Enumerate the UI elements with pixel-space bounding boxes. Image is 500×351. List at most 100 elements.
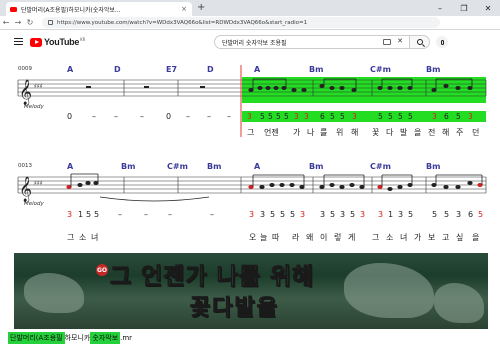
chord: Bm <box>309 65 323 74</box>
note-number: 3 <box>67 210 72 219</box>
search-input[interactable]: 단발머리 숫자악보 조용필 ✕ <box>214 35 410 49</box>
lyric-syllable: 라 <box>292 233 300 242</box>
note-number: 5 <box>260 112 265 121</box>
address-bar: ← → ↻ https://www.youtube.com/watch?v=WD… <box>0 16 500 30</box>
note-number: – <box>118 210 122 219</box>
lyric-syllable: 던 <box>472 127 479 137</box>
note-number: 5 <box>330 210 335 219</box>
note-number: – <box>114 112 118 121</box>
note-number: 3 <box>340 210 345 219</box>
search-button[interactable] <box>410 35 430 49</box>
note-number: 5 <box>408 210 413 219</box>
note-number: 6 <box>444 112 449 121</box>
note-number: 3 <box>294 112 299 121</box>
chord: D <box>114 65 121 74</box>
note-number: 5 <box>456 112 461 121</box>
maximize-button[interactable]: ❐ <box>452 0 476 16</box>
sheet-music: 0009 A D E7 D A Bm C#m Bm 𝄞 ♯♯♯ Melody 0… <box>14 57 488 253</box>
window-controls: – ❐ ✕ <box>428 0 500 16</box>
note-number: 5 <box>432 210 437 219</box>
measure-number: 0013 <box>18 163 32 169</box>
video-player[interactable]: 0009 A D E7 D A Bm C#m Bm 𝄞 ♯♯♯ Melody 0… <box>14 57 488 329</box>
note-number: 3 <box>249 210 254 219</box>
chord: Bm <box>309 162 323 171</box>
menu-icon[interactable] <box>14 38 23 45</box>
keyboard-icon[interactable] <box>383 39 391 45</box>
note-number: 5 <box>398 112 403 121</box>
note-number: – <box>92 112 96 121</box>
video-title[interactable]: 단발머리(A조용필 하모니카 숫자악보 .mr <box>8 332 132 344</box>
note-number: 5 <box>478 210 483 219</box>
note-number: 5 <box>284 112 289 121</box>
chord: A <box>254 65 261 74</box>
back-icon[interactable]: ← <box>0 18 12 27</box>
note-number: 3 <box>468 112 473 121</box>
note-number: 5 <box>350 210 355 219</box>
highlighted-measures <box>242 77 486 103</box>
new-tab-button[interactable]: + <box>197 2 205 14</box>
lyric-syllable: 가 <box>414 233 422 242</box>
note-number: 5 <box>330 112 335 121</box>
clear-search-icon[interactable]: ✕ <box>397 37 403 45</box>
chord: C#m <box>370 65 391 74</box>
lyric-syllable: 주 <box>456 128 463 137</box>
note-number: 3 <box>300 210 305 219</box>
note-number: 5 <box>94 210 99 219</box>
note-number: 5 <box>276 112 281 121</box>
note-number: 3 <box>398 210 403 219</box>
note-number: 3 <box>378 210 383 219</box>
chord: D <box>207 65 214 74</box>
note-number: 5 <box>270 210 275 219</box>
note-number: 5 <box>340 112 345 121</box>
note-number: – <box>140 112 144 121</box>
note-number: 5 <box>268 112 273 121</box>
site-info-icon[interactable] <box>48 20 53 25</box>
note-number: 6 <box>320 112 325 121</box>
lyric-syllable: 소 <box>386 233 393 242</box>
note-number: 5 <box>408 112 413 121</box>
url-text: https://www.youtube.com/watch?v=WDdx3VAQ… <box>57 19 308 26</box>
lyric-syllable: 해 <box>442 127 449 137</box>
microphone-icon <box>440 39 444 45</box>
chord: Bm <box>426 162 440 171</box>
youtube-play-icon <box>30 37 42 47</box>
chord: A <box>254 162 261 171</box>
search-query: 단발머리 숫자악보 조용필 <box>222 39 287 47</box>
close-window-button[interactable]: ✕ <box>476 0 500 16</box>
note-number: – <box>210 210 214 219</box>
lyric-syllable: 녀 <box>91 233 98 242</box>
lyric-syllable: 언젠 <box>264 127 279 137</box>
minimize-button[interactable]: – <box>428 0 452 16</box>
note-number: 0 <box>67 112 72 121</box>
note-number: 3 <box>304 112 309 121</box>
note-number: 5 <box>86 210 91 219</box>
lyric-syllable: 오 <box>249 233 256 242</box>
forward-icon[interactable]: → <box>12 18 24 27</box>
note-number: 1 <box>388 210 393 219</box>
lyric-syllable: 왜 <box>306 233 313 242</box>
lyric-syllable: 전 <box>428 127 435 137</box>
reload-icon[interactable]: ↻ <box>24 18 36 27</box>
lyric-syllable: 소 <box>79 233 86 242</box>
close-tab-icon[interactable]: × <box>180 5 188 13</box>
youtube-logo[interactable]: YouTube KR <box>30 37 85 47</box>
note-number: 3 <box>456 210 461 219</box>
note-number: 3 <box>247 112 252 121</box>
voice-search-button[interactable] <box>436 36 448 48</box>
upcoming-lyric: 나를 위해 <box>207 264 315 291</box>
lyric-syllable: 그 <box>372 233 379 242</box>
note-number: – <box>144 210 148 219</box>
chord: A <box>67 65 74 74</box>
note-number: – <box>186 112 190 121</box>
tab-bar: 단발머리(A조용필)하모니카(숫자악보... × + – ❐ ✕ <box>0 0 500 16</box>
lyric-syllable: 꽃 <box>372 128 379 137</box>
browser-tab[interactable]: 단발머리(A조용필)하모니카(숫자악보... × <box>6 2 192 16</box>
note-number: 3 <box>432 112 437 121</box>
lyric-syllable: 을 <box>472 233 479 242</box>
title-text: 하모니카 <box>64 334 91 342</box>
lyric-syllable: 이 <box>320 232 327 242</box>
note-number: 5 <box>444 210 449 219</box>
browser-window: 단발머리(A조용필)하모니카(숫자악보... × + – ❐ ✕ ← → ↻ h… <box>0 0 500 351</box>
chord-row: A Bm C#m Bm A Bm C#m Bm <box>67 162 440 171</box>
url-field[interactable]: https://www.youtube.com/watch?v=WDdx3VAQ… <box>42 17 440 28</box>
